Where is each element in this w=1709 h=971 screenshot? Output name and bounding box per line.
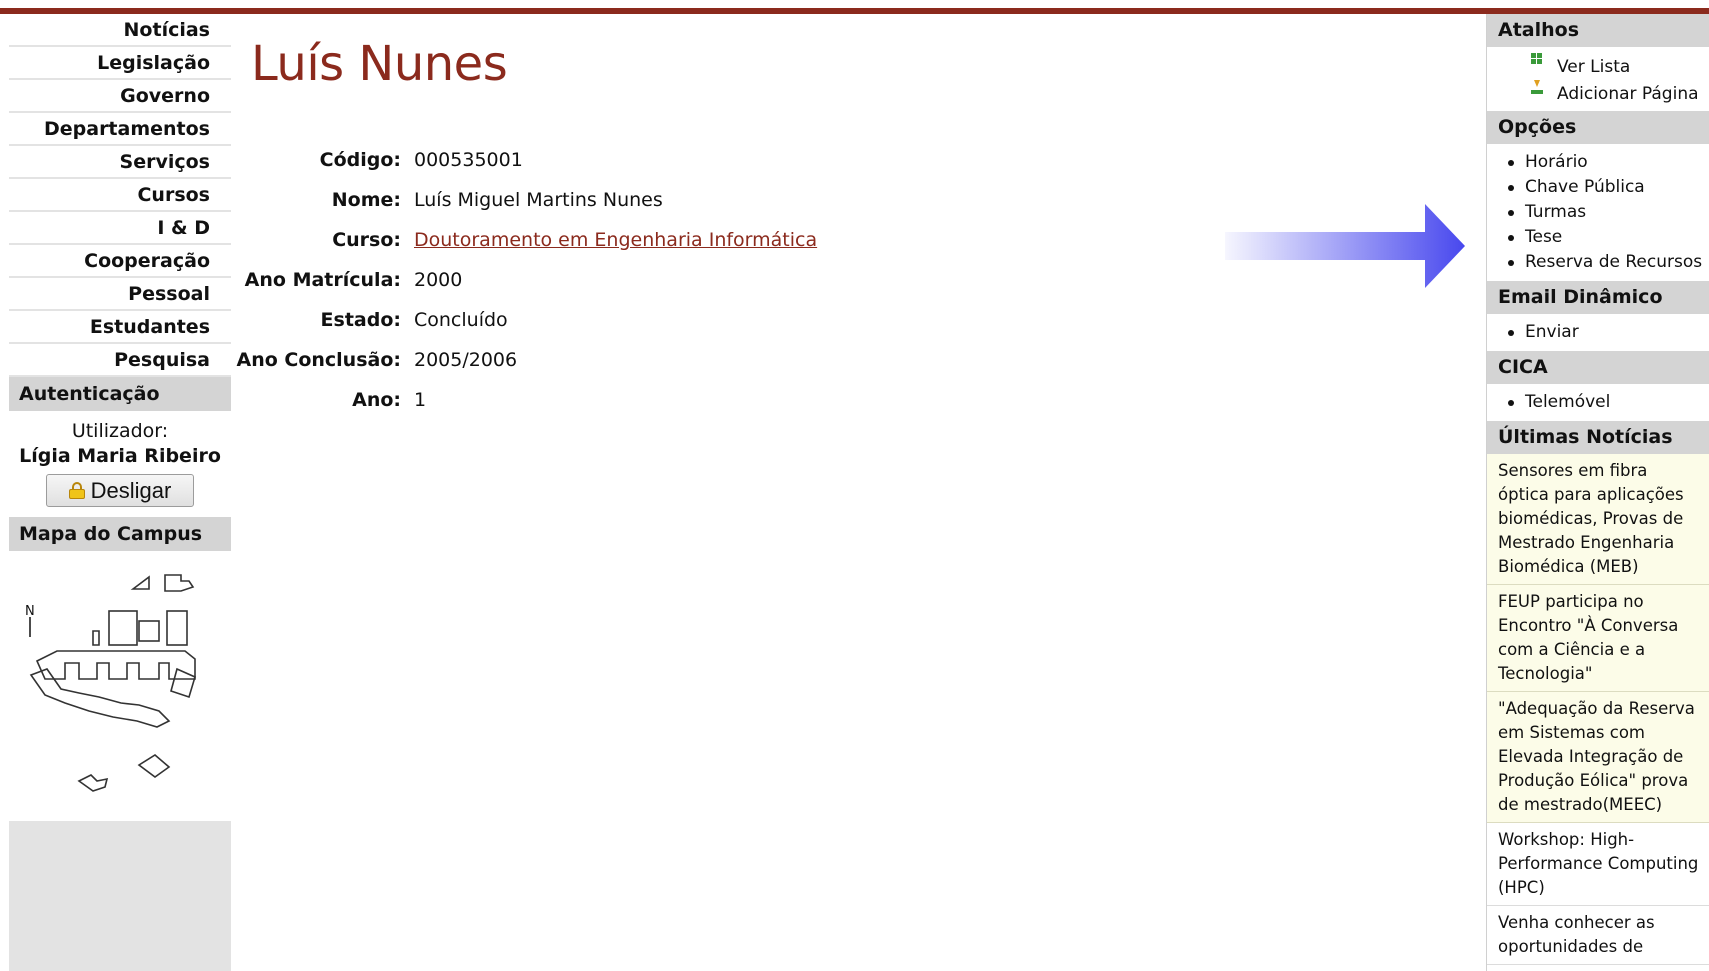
nav-item-cooperacao[interactable]: Cooperação [9,245,231,278]
detail-value: 1 [414,389,427,411]
nav-item-pesquisa[interactable]: Pesquisa [9,344,231,377]
add-page-icon [1531,79,1543,94]
detail-value: 2000 [414,269,463,291]
user-label: Utilizador: [71,420,169,442]
logout-button[interactable]: Desligar [46,474,194,507]
nav-item-cursos[interactable]: Cursos [9,179,231,212]
campus-map-title: Mapa do Campus [9,517,231,551]
news-item[interactable]: Venha conhecer as oportunidades de [1487,906,1709,965]
detail-value: Luís Miguel Martins Nunes [414,189,663,211]
shortcut-add-page[interactable]: Adicionar Página [1531,79,1709,107]
campus-map-drawing[interactable]: N [9,551,231,821]
detail-label: Código: [319,149,401,171]
person-details: Código: 000535001 Nome: Luís Miguel Mart… [231,140,817,420]
options-title: Opções [1487,111,1709,144]
cica-title: CICA [1487,351,1709,384]
options-list: Horário Chave Pública Turmas Tese Reserv… [1487,144,1709,281]
list-icon [1531,52,1543,67]
detail-label: Curso: [332,229,401,251]
logout-label: Desligar [90,477,172,503]
cica-telemovel[interactable]: Telemóvel [1507,390,1709,415]
shortcuts-title: Atalhos [1487,14,1709,47]
main-content: Luís Nunes Código: 000535001 Nome: Luís … [231,14,1486,971]
page-title: Luís Nunes [251,36,508,92]
news-item[interactable]: Sensores em fibra óptica para aplicações… [1487,454,1709,585]
detail-label: Estado: [320,309,401,331]
course-link[interactable]: Doutoramento em Engenharia Informática [414,220,817,260]
main-nav: Notícias Legislação Governo Departamento… [9,14,231,377]
lock-icon [68,482,85,499]
auth-panel: Utilizador: Lígia Maria Ribeiro Desligar [9,411,231,517]
detail-row-ano: Ano: 1 [231,380,817,420]
detail-row-curso: Curso: Doutoramento em Engenharia Inform… [231,220,817,260]
nav-item-i-d[interactable]: I & D [9,212,231,245]
detail-label: Nome: [331,189,401,211]
detail-label: Ano: [352,389,401,411]
news-item[interactable]: FEUP participa no Encontro "À Conversa c… [1487,585,1709,692]
email-list: Enviar [1487,314,1709,351]
news-item[interactable]: Workshop: High-Performance Computing (HP… [1487,823,1709,906]
nav-item-noticias[interactable]: Notícias [9,14,231,47]
nav-item-legislacao[interactable]: Legislação [9,47,231,80]
detail-row-estado: Estado: Concluído [231,300,817,340]
detail-label: Ano Conclusão: [236,349,401,371]
detail-row-codigo: Código: 000535001 [231,140,817,180]
option-chave-publica[interactable]: Chave Pública [1507,175,1709,200]
email-title: Email Dinâmico [1487,281,1709,314]
nav-item-departamentos[interactable]: Departamentos [9,113,231,146]
north-label: N [25,604,35,619]
shortcut-label: Adicionar Página [1557,83,1699,104]
detail-row-ano-matricula: Ano Matrícula: 2000 [231,260,817,300]
user-name: Lígia Maria Ribeiro [19,445,221,467]
detail-value: 2005/2006 [414,349,518,371]
news-list: Sensores em fibra óptica para aplicações… [1487,454,1709,965]
detail-label: Ano Matrícula: [244,269,401,291]
nav-item-estudantes[interactable]: Estudantes [9,311,231,344]
nav-item-servicos[interactable]: Serviços [9,146,231,179]
right-sidebar: Atalhos Ver Lista Adicionar Página Opçõe… [1486,14,1709,971]
detail-row-ano-conclusao: Ano Conclusão: 2005/2006 [231,340,817,380]
campus-map[interactable]: N [9,551,231,821]
shortcuts-list: Ver Lista Adicionar Página [1487,47,1709,111]
left-sidebar: Notícias Legislação Governo Departamento… [9,14,231,971]
shortcut-view-list[interactable]: Ver Lista [1531,52,1709,80]
option-reserva-recursos[interactable]: Reserva de Recursos [1507,250,1709,275]
detail-value: Concluído [414,309,508,331]
option-tese[interactable]: Tese [1507,225,1709,250]
auth-title: Autenticação [9,377,231,411]
pointer-arrow-icon [1225,204,1465,288]
option-horario[interactable]: Horário [1507,150,1709,175]
nav-item-governo[interactable]: Governo [9,80,231,113]
detail-row-nome: Nome: Luís Miguel Martins Nunes [231,180,817,220]
detail-value: 000535001 [414,149,523,171]
cica-list: Telemóvel [1487,384,1709,421]
shortcut-label: Ver Lista [1557,56,1631,77]
option-turmas[interactable]: Turmas [1507,200,1709,225]
news-title: Últimas Notícias [1487,421,1709,454]
email-send[interactable]: Enviar [1507,320,1709,345]
nav-item-pessoal[interactable]: Pessoal [9,278,231,311]
news-item[interactable]: "Adequação da Reserva em Sistemas com El… [1487,692,1709,823]
